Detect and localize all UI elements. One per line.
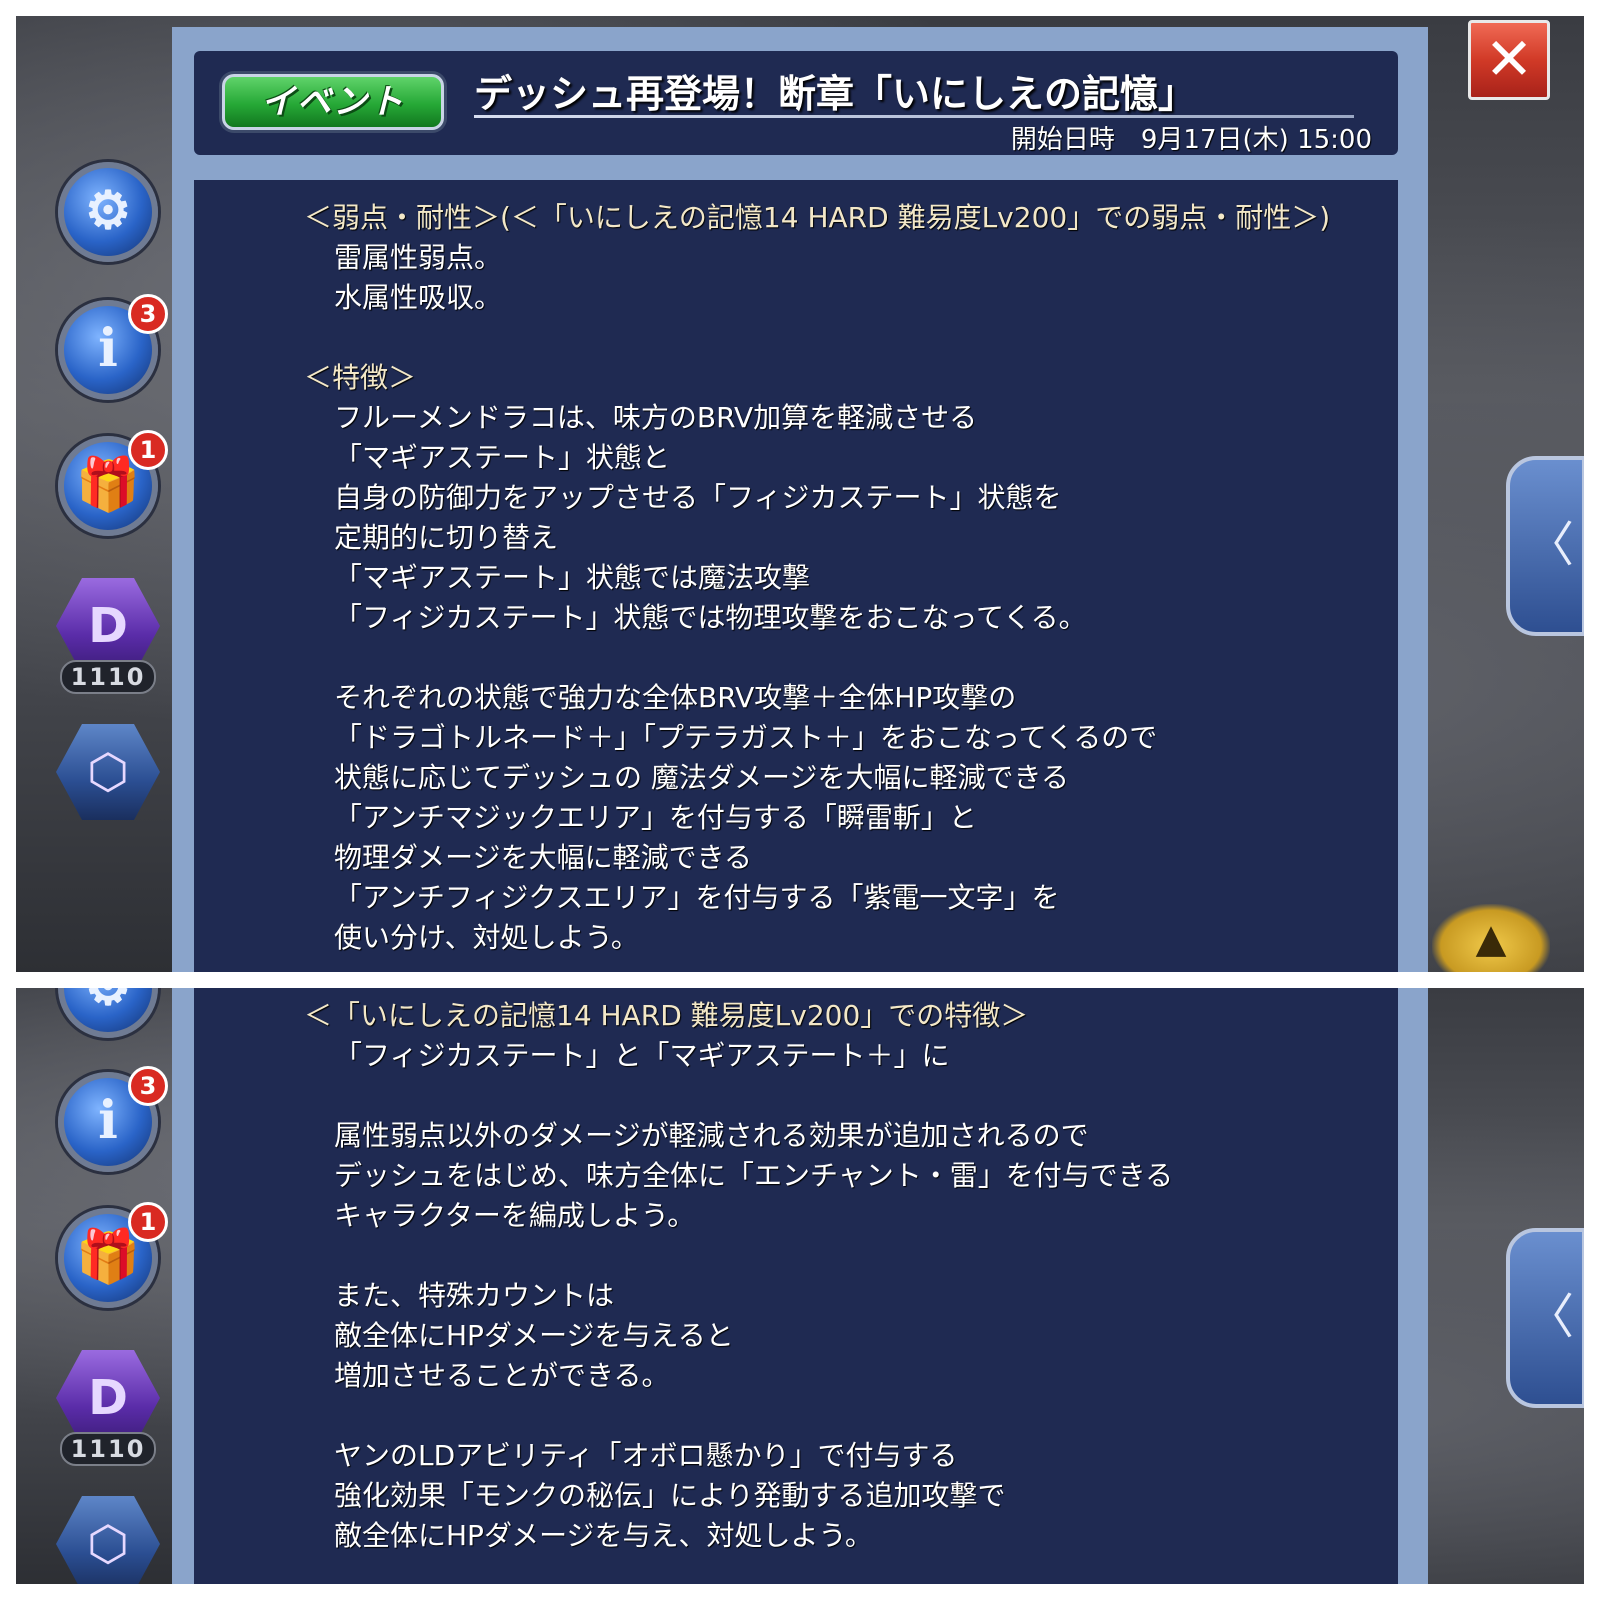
screenshot-bottom: ⚙ i 3 🎁 1 D 1110 ⬡ 〈 ＜「いにしえの記憶14 HARD 難易… bbox=[16, 988, 1584, 1584]
text-line: また、特殊カウントは bbox=[334, 1279, 615, 1312]
text-line: 「フィジカステート」と「マギアステート＋」に bbox=[334, 1039, 950, 1072]
start-date: 9月17日(木) 15:00 bbox=[1140, 125, 1372, 155]
side-menu-tab[interactable]: 〈 bbox=[1506, 1228, 1584, 1408]
event-title: デッシュ再登場！断章「いにしえの記憶」 bbox=[474, 72, 1197, 116]
text-line: デッシュをはじめ、味方全体に「エンチャント・雷」を付与できる bbox=[334, 1159, 1174, 1192]
text-line: 「アンチマジックエリア」を付与する「瞬雷斬」と bbox=[334, 801, 977, 834]
dp-counter: 1110 bbox=[60, 1432, 156, 1466]
text-line: 「アンチフィジクスエリア」を付与する「紫電一文字」を bbox=[334, 881, 1060, 914]
text-line: 使い分け、対処しよう。 bbox=[334, 921, 639, 954]
text-line: 敵全体にHPダメージを与えると bbox=[334, 1319, 734, 1352]
gift-box-button[interactable]: 🎁 1 bbox=[58, 430, 168, 540]
event-badge: イベント bbox=[222, 74, 444, 130]
gear-icon: ⚙ bbox=[58, 988, 158, 1038]
chocobo-icon: ▲ bbox=[1432, 904, 1550, 972]
text-line: 属性弱点以外のダメージが軽減される効果が追加されるので bbox=[334, 1119, 1089, 1152]
content-lines: ＜弱点・耐性＞(＜「いにしえの記憶14 HARD 難易度Lv200」での弱点・耐… bbox=[304, 198, 1384, 958]
info-panel: ＜「いにしえの記憶14 HARD 難易度Lv200」での特徴＞ 「フィジカステート… bbox=[172, 988, 1428, 1584]
content-lines: ＜「いにしえの記憶14 HARD 難易度Lv200」での特徴＞ 「フィジカステート… bbox=[304, 996, 1384, 1556]
info-button[interactable]: i 3 bbox=[58, 294, 168, 404]
section-heading: ＜「いにしえの記憶14 HARD 難易度Lv200」での特徴＞ bbox=[304, 999, 1029, 1032]
title-divider bbox=[474, 115, 1354, 118]
text-line: フルーメンドラコは、味方のBRV加算を軽減させる bbox=[334, 401, 978, 434]
section-heading: ＜特徴＞ bbox=[304, 361, 417, 394]
text-line: 物理ダメージを大幅に軽減できる bbox=[334, 841, 753, 874]
text-line: 敵全体にHPダメージを与え、対処しよう。 bbox=[334, 1519, 873, 1552]
summon-hexagon-icon: ⬡ bbox=[56, 724, 160, 820]
gift-notification-badge: 1 bbox=[128, 1202, 168, 1242]
text-line: ヤンのLDアビリティ「オボロ懸かり」で付与する bbox=[334, 1439, 958, 1472]
section-heading: ＜弱点・耐性＞(＜「いにしえの記憶14 HARD 難易度Lv200」での弱点・耐… bbox=[304, 201, 1331, 234]
summon-button[interactable]: ⬡ bbox=[56, 724, 160, 828]
text-line: 自身の防御力をアップさせる「フィジカステート」状態を bbox=[334, 481, 1062, 514]
summon-hexagon-icon: ⬡ bbox=[56, 1496, 160, 1584]
gear-icon: ⚙ bbox=[58, 162, 158, 262]
close-icon: ✕ bbox=[1484, 25, 1534, 93]
info-panel: イベント デッシュ再登場！断章「いにしえの記憶」 開始日時 9月17日(木) 15… bbox=[172, 27, 1428, 972]
gift-notification-badge: 1 bbox=[128, 430, 168, 470]
start-label: 開始日時 bbox=[1010, 125, 1115, 155]
text-line: キャラクターを編成しよう。 bbox=[334, 1199, 696, 1232]
text-line: 水属性吸収。 bbox=[334, 281, 503, 314]
dp-button[interactable]: D 1110 bbox=[56, 1350, 160, 1466]
chevron-left-icon: 〈 bbox=[1526, 517, 1575, 573]
side-menu-tab[interactable]: 〈 bbox=[1506, 456, 1584, 636]
settings-button[interactable]: ⚙ bbox=[58, 988, 162, 1042]
text-line: 増加させることができる。 bbox=[334, 1359, 670, 1392]
dp-counter: 1110 bbox=[60, 660, 156, 694]
text-line: 定期的に切り替え bbox=[334, 521, 559, 554]
info-notification-badge: 3 bbox=[128, 294, 168, 334]
panel-header: イベント デッシュ再登場！断章「いにしえの記憶」 開始日時 9月17日(木) 15… bbox=[194, 51, 1398, 155]
gift-box-button[interactable]: 🎁 1 bbox=[58, 1202, 168, 1312]
start-datetime: 開始日時 9月17日(木) 15:00 bbox=[1011, 119, 1372, 156]
text-line: それぞれの状態で強力な全体BRV攻撃＋全体HP攻撃の bbox=[334, 681, 1017, 714]
chevron-left-icon: 〈 bbox=[1526, 1289, 1575, 1345]
text-line: 雷属性弱点。 bbox=[334, 241, 503, 274]
info-button[interactable]: i 3 bbox=[58, 1066, 168, 1176]
panel-content[interactable]: ＜「いにしえの記憶14 HARD 難易度Lv200」での特徴＞ 「フィジカステート… bbox=[194, 988, 1398, 1584]
settings-button[interactable]: ⚙ bbox=[58, 162, 162, 266]
close-button[interactable]: ✕ bbox=[1468, 20, 1550, 100]
text-line: 「フィジカステート」状態では物理攻撃をおこなってくる。 bbox=[334, 601, 1087, 634]
text-line: 「マギアステート」状態と bbox=[334, 441, 671, 474]
dp-button[interactable]: D 1110 bbox=[56, 578, 160, 694]
screenshot-top: ⚙ i 3 🎁 1 D 1110 ⬡ 〈 ▲ ✕ イベント デッシュ再登場！断章… bbox=[16, 16, 1584, 972]
panel-content[interactable]: ＜弱点・耐性＞(＜「いにしえの記憶14 HARD 難易度Lv200」での弱点・耐… bbox=[194, 180, 1398, 972]
text-line: 「マギアステート」状態では魔法攻撃 bbox=[334, 561, 811, 594]
text-line: 「ドラゴトルネード＋」「プテラガスト＋」をおこなってくるので bbox=[334, 721, 1158, 754]
text-line: 状態に応じてデッシュの 魔法ダメージを大幅に軽減できる bbox=[334, 761, 1069, 794]
summon-button[interactable]: ⬡ bbox=[56, 1496, 160, 1584]
text-line: 強化効果「モンクの秘伝」により発動する追加攻撃で bbox=[334, 1479, 1006, 1512]
info-notification-badge: 3 bbox=[128, 1066, 168, 1106]
